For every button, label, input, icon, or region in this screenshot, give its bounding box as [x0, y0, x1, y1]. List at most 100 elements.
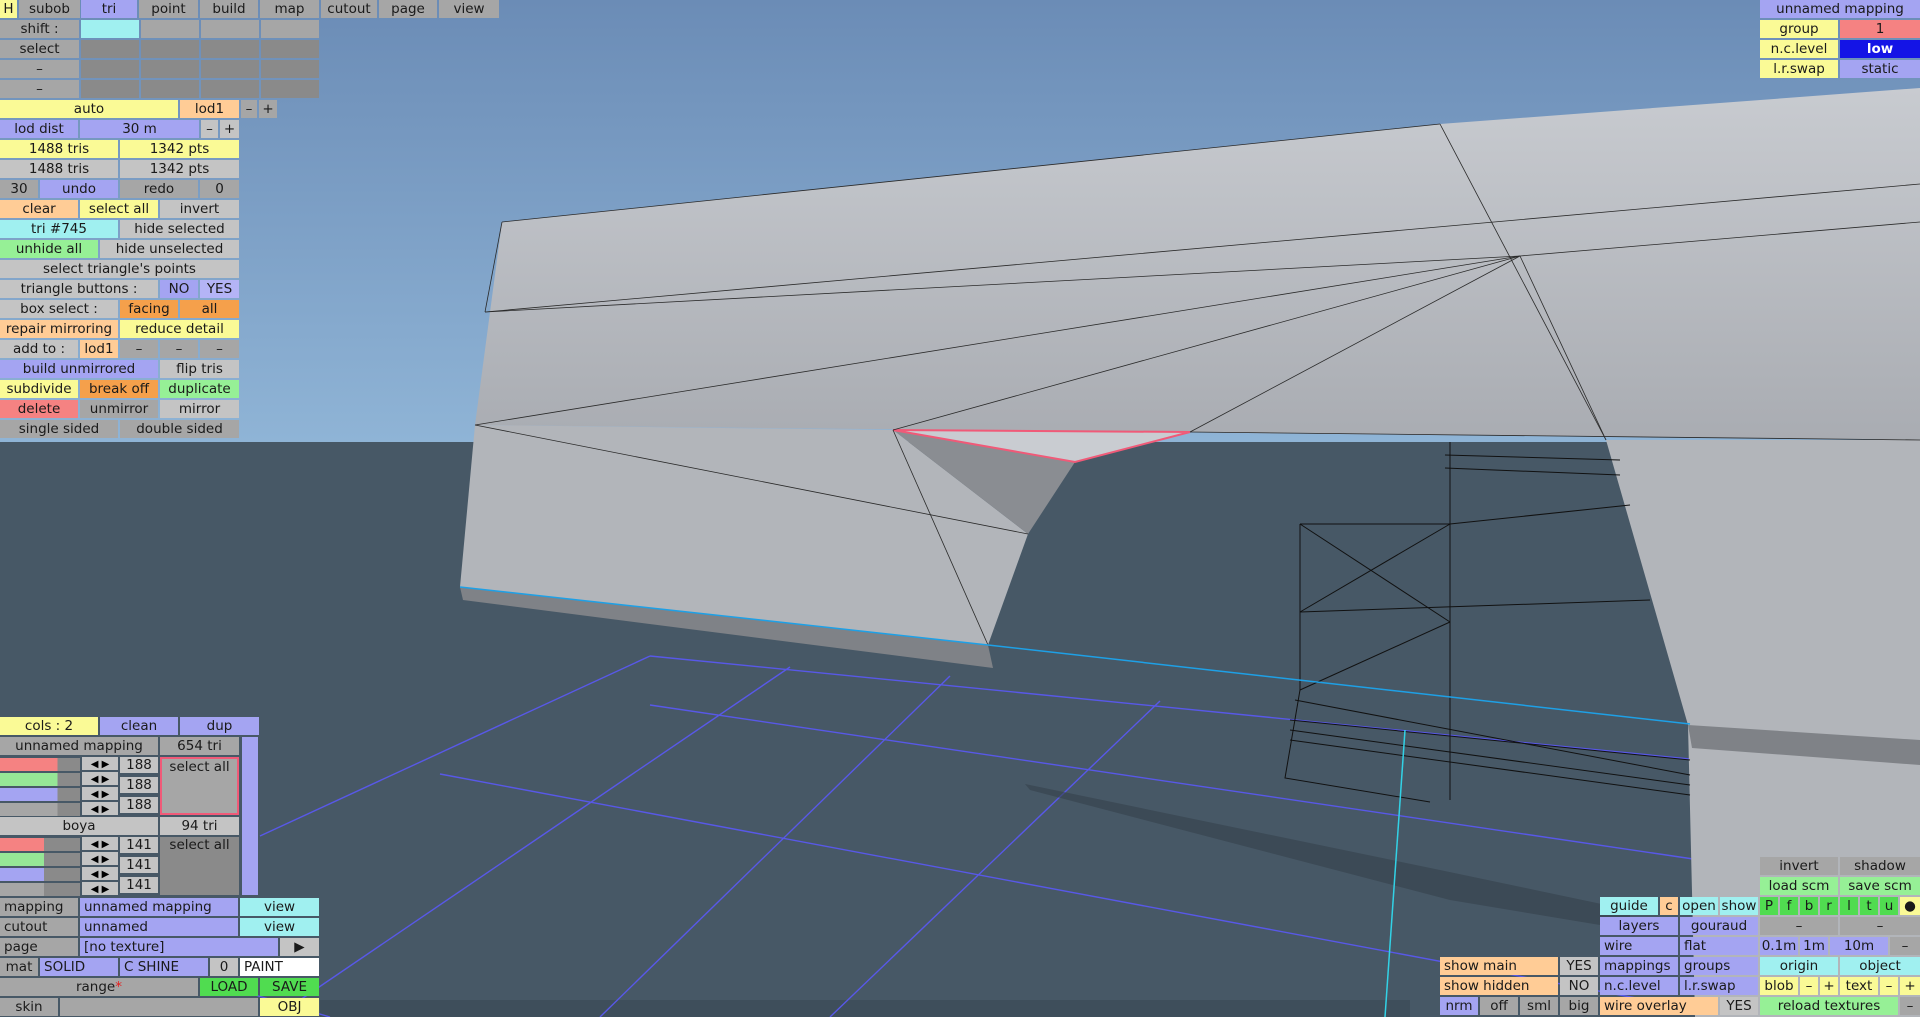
row3-slot-3[interactable] — [201, 60, 259, 78]
lod-minus-button[interactable]: – — [241, 100, 257, 118]
add-to-slot-1[interactable]: – — [120, 340, 158, 358]
grid-1m-button[interactable]: 1m — [1800, 937, 1828, 955]
cutout-view-button[interactable]: view — [240, 918, 319, 936]
materials-scrollbar[interactable] — [242, 737, 258, 895]
redo-button[interactable]: redo — [120, 180, 198, 198]
row3-slot-4[interactable] — [261, 60, 319, 78]
tab-build[interactable]: build — [200, 0, 258, 18]
clean-button[interactable]: clean — [100, 717, 178, 735]
lod-selector[interactable]: lod1 — [180, 100, 239, 118]
view-u-button[interactable]: u — [1880, 897, 1898, 915]
text-plus[interactable]: + — [1900, 977, 1920, 995]
dup-button[interactable]: dup — [180, 717, 259, 735]
shift-slot-4[interactable] — [261, 20, 319, 38]
reload-minus[interactable]: – — [1900, 997, 1920, 1015]
m1-slider-grey[interactable] — [0, 803, 80, 816]
nrm-off-button[interactable]: off — [1480, 997, 1518, 1015]
build-unmirrored-button[interactable]: build unmirrored — [0, 360, 158, 378]
layers-button[interactable]: layers — [1600, 917, 1678, 935]
m1-slider-blue[interactable] — [0, 788, 80, 801]
gouraud-button[interactable]: gouraud — [1680, 917, 1758, 935]
mapping-name[interactable]: unnamed mapping — [1760, 0, 1920, 18]
show-hidden-toggle[interactable]: NO — [1560, 977, 1598, 995]
add-to-slot-3[interactable]: – — [200, 340, 239, 358]
m2-slider-red[interactable] — [0, 838, 80, 851]
triangle-buttons-no[interactable]: NO — [160, 280, 198, 298]
origin-button[interactable]: origin — [1760, 957, 1838, 975]
view-t-button[interactable]: t — [1860, 897, 1878, 915]
nclevel-button[interactable]: n.c.level — [1600, 977, 1678, 995]
3d-viewport[interactable] — [0, 0, 1920, 1017]
cols-button[interactable]: cols : 2 — [0, 717, 98, 735]
m1-slider-green[interactable] — [0, 773, 80, 786]
undo-button[interactable]: undo — [40, 180, 118, 198]
page-value[interactable]: [no texture] — [80, 938, 278, 956]
lod-dist-value[interactable]: 30 m — [80, 120, 199, 138]
grid-10m-button[interactable]: 10m — [1830, 937, 1888, 955]
shift-slot-3[interactable] — [201, 20, 259, 38]
add-to-slot-2[interactable]: – — [160, 340, 198, 358]
blob-button[interactable]: blob — [1760, 977, 1798, 995]
load-button[interactable]: LOAD — [200, 978, 258, 996]
unmirror-button[interactable]: unmirror — [80, 400, 158, 418]
wire-button[interactable]: wire — [1600, 937, 1678, 955]
view-dot-button[interactable]: ● — [1900, 897, 1920, 915]
load-scm-button[interactable]: load scm — [1760, 877, 1838, 895]
m2-slider-green[interactable] — [0, 853, 80, 866]
row4-slot-1[interactable] — [81, 80, 139, 98]
flip-tris-button[interactable]: flip tris — [160, 360, 239, 378]
lod-dist-minus[interactable]: – — [201, 120, 218, 138]
m2-slider-blue[interactable] — [0, 868, 80, 881]
m2-arrows[interactable]: ◀ ▶ ◀ ▶ ◀ ▶ ◀ ▶ — [82, 837, 118, 895]
guide-button[interactable]: guide — [1600, 897, 1658, 915]
mirror-button[interactable]: mirror — [160, 400, 239, 418]
gouraud-slot-1[interactable]: – — [1760, 917, 1838, 935]
lod-auto-button[interactable]: auto — [0, 100, 178, 118]
shift-slot-1[interactable] — [81, 20, 139, 38]
box-select-facing[interactable]: facing — [120, 300, 178, 318]
row3-slot-2[interactable] — [141, 60, 199, 78]
select-triangle-points-button[interactable]: select triangle's points — [0, 260, 239, 278]
view-P-button[interactable]: P — [1760, 897, 1778, 915]
row4-slot-3[interactable] — [201, 80, 259, 98]
material-1-name[interactable]: unnamed mapping — [0, 737, 158, 755]
double-sided-button[interactable]: double sided — [120, 420, 239, 438]
select-slot-2[interactable] — [141, 40, 199, 58]
nrm-sml-button[interactable]: sml — [1520, 997, 1558, 1015]
h-button[interactable]: H — [0, 0, 17, 18]
gouraud-slot-2[interactable]: – — [1840, 917, 1920, 935]
material-2-name[interactable]: boya — [0, 817, 158, 835]
show-button[interactable]: show — [1720, 897, 1758, 915]
view-f-button[interactable]: f — [1780, 897, 1798, 915]
triangle-buttons-yes[interactable]: YES — [200, 280, 239, 298]
nclevel-value[interactable]: low — [1840, 40, 1920, 58]
nrm-button[interactable]: nrm — [1440, 997, 1478, 1015]
show-main-toggle[interactable]: YES — [1560, 957, 1598, 975]
view-l-button[interactable]: l — [1840, 897, 1858, 915]
wire-overlay-toggle[interactable]: YES — [1720, 997, 1758, 1015]
save-scm-button[interactable]: save scm — [1840, 877, 1920, 895]
invert-button[interactable]: invert — [160, 200, 239, 218]
save-button[interactable]: SAVE — [260, 978, 319, 996]
page-next-arrow[interactable]: ▶ — [280, 938, 319, 956]
select-slot-4[interactable] — [261, 40, 319, 58]
duplicate-button[interactable]: duplicate — [160, 380, 239, 398]
grid-01m-button[interactable]: 0.1m — [1760, 937, 1798, 955]
select-slot-1[interactable] — [81, 40, 139, 58]
row4-slot-4[interactable] — [261, 80, 319, 98]
nrm-big-button[interactable]: big — [1560, 997, 1598, 1015]
reload-textures-button[interactable]: reload textures — [1760, 997, 1898, 1015]
group-value[interactable]: 1 — [1840, 20, 1920, 38]
obj-button[interactable]: OBJ — [260, 998, 319, 1016]
tab-page[interactable]: page — [379, 0, 437, 18]
open-button[interactable]: open — [1680, 897, 1718, 915]
single-sided-button[interactable]: single sided — [0, 420, 118, 438]
groups-button[interactable]: groups — [1680, 957, 1758, 975]
range-button[interactable]: range* — [0, 978, 198, 996]
tab-map[interactable]: map — [260, 0, 319, 18]
mapping-view-button[interactable]: view — [240, 898, 319, 916]
hide-unselected-button[interactable]: hide unselected — [100, 240, 239, 258]
blob-minus[interactable]: – — [1800, 977, 1818, 995]
break-off-button[interactable]: break off — [80, 380, 158, 398]
m2-slider-grey[interactable] — [0, 883, 80, 896]
